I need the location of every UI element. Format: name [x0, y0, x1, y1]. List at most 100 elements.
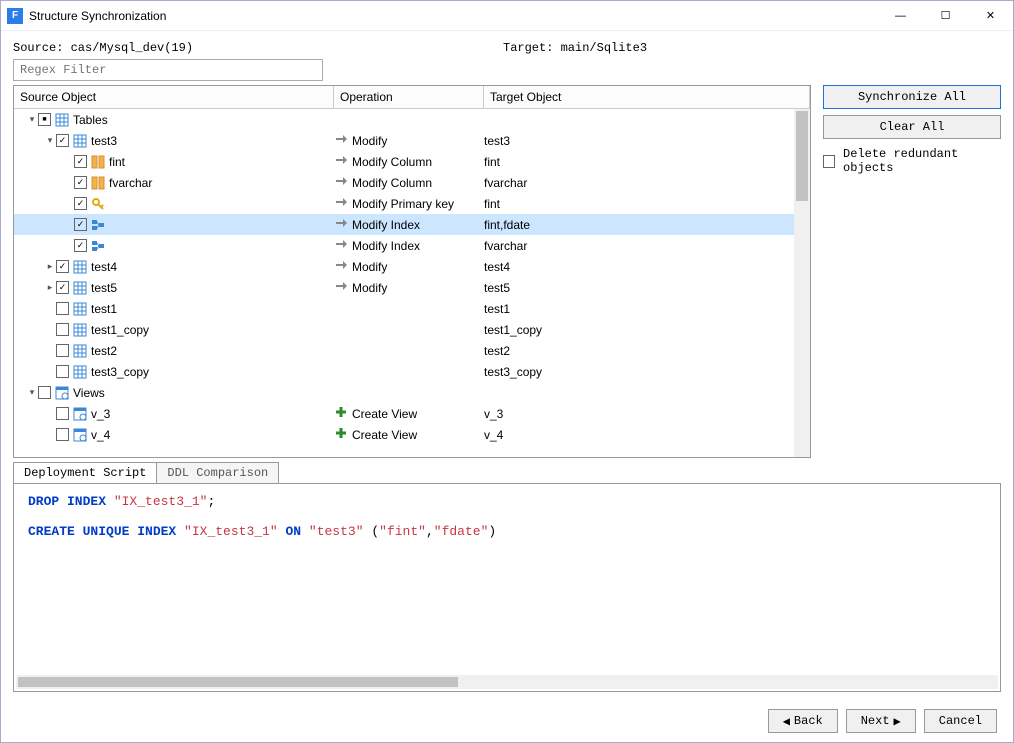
- app-icon: F: [7, 8, 23, 24]
- next-button[interactable]: Next▶: [846, 709, 916, 733]
- expand-toggle: [62, 241, 74, 251]
- target-label: test3: [484, 134, 810, 148]
- operation-label: Modify: [352, 281, 387, 295]
- row-checkbox[interactable]: [56, 260, 69, 273]
- operation-label: Modify Index: [352, 239, 420, 253]
- target-label: v_4: [484, 428, 810, 442]
- footer: ◀Back Next▶ Cancel: [1, 700, 1013, 742]
- expand-toggle[interactable]: ▾: [26, 387, 38, 398]
- table-row[interactable]: test3_copytest3_copy: [14, 361, 810, 382]
- expand-toggle[interactable]: ▾: [44, 135, 56, 146]
- table-row[interactable]: test1_copytest1_copy: [14, 319, 810, 340]
- row-checkbox[interactable]: [74, 218, 87, 231]
- modify-arrow-icon: [334, 174, 348, 191]
- row-checkbox[interactable]: [56, 281, 69, 294]
- table-row[interactable]: ▾test3Modifytest3: [14, 130, 810, 151]
- table-row[interactable]: ▾ Views: [14, 382, 810, 403]
- table-icon: [73, 260, 87, 274]
- expand-toggle: [62, 157, 74, 167]
- row-checkbox[interactable]: [56, 302, 69, 315]
- views-icon: [55, 386, 69, 400]
- script-body[interactable]: DROP INDEX "IX_test3_1"; CREATE UNIQUE I…: [13, 483, 1001, 692]
- expand-toggle[interactable]: ▸: [44, 261, 56, 272]
- column-operation[interactable]: Operation: [334, 86, 484, 108]
- operation-label: Modify: [352, 134, 387, 148]
- close-button[interactable]: ✕: [968, 1, 1013, 31]
- sql-keyword: ON: [285, 524, 301, 539]
- table-row[interactable]: ▸test5Modifytest5: [14, 277, 810, 298]
- expand-toggle[interactable]: ▾: [26, 114, 38, 125]
- clear-all-button[interactable]: Clear All: [823, 115, 1001, 139]
- row-label: test5: [91, 281, 117, 295]
- grid-body: ▾Tables▾test3Modifytest3 fintModify Colu…: [14, 109, 810, 457]
- table-row[interactable]: v_4 Create View v_4: [14, 424, 810, 445]
- modify-arrow-icon: [334, 195, 348, 212]
- source-label: Source: cas/Mysql_dev(19): [13, 41, 503, 55]
- tab-ddl-comparison[interactable]: DDL Comparison: [156, 462, 279, 483]
- side-panel: Synchronize All Clear All Delete redunda…: [823, 85, 1001, 458]
- column-source[interactable]: Source Object: [14, 86, 334, 108]
- table-icon: [73, 281, 87, 295]
- expand-toggle[interactable]: ▸: [44, 282, 56, 293]
- row-label: v_4: [91, 428, 110, 442]
- table-row[interactable]: fintModify Columnfint: [14, 151, 810, 172]
- tables-icon: [55, 113, 69, 127]
- app-window: F Structure Synchronization — ☐ ✕ Source…: [0, 0, 1014, 743]
- row-checkbox[interactable]: [74, 197, 87, 210]
- regex-filter-input[interactable]: [13, 59, 323, 81]
- operation-label: Modify Index: [352, 218, 420, 232]
- table-icon: [73, 323, 87, 337]
- row-checkbox[interactable]: [56, 323, 69, 336]
- table-row[interactable]: test1test1: [14, 298, 810, 319]
- row-label: fint: [109, 155, 125, 169]
- target-label: test1_copy: [484, 323, 810, 337]
- column-icon: [91, 176, 105, 190]
- table-row[interactable]: ▸test4Modifytest4: [14, 256, 810, 277]
- expand-toggle: [44, 409, 56, 419]
- row-checkbox[interactable]: [56, 344, 69, 357]
- vertical-scrollbar[interactable]: [794, 109, 810, 457]
- table-row[interactable]: Modify Index fint,fdate: [14, 214, 810, 235]
- maximize-button[interactable]: ☐: [923, 1, 968, 31]
- table-icon: [73, 302, 87, 316]
- expand-toggle: [44, 367, 56, 377]
- modify-arrow-icon: [334, 258, 348, 275]
- back-button[interactable]: ◀Back: [768, 709, 838, 733]
- delete-redundant-checkbox[interactable]: Delete redundant objects: [823, 147, 1001, 175]
- row-checkbox[interactable]: [56, 134, 69, 147]
- row-checkbox[interactable]: [56, 428, 69, 441]
- row-checkbox[interactable]: [74, 155, 87, 168]
- window-controls: — ☐ ✕: [878, 1, 1013, 31]
- row-label: fvarchar: [109, 176, 152, 190]
- table-row[interactable]: fvarcharModify Columnfvarchar: [14, 172, 810, 193]
- operation-label: Create View: [352, 428, 417, 442]
- row-label: Tables: [73, 113, 108, 127]
- row-checkbox[interactable]: [38, 386, 51, 399]
- table-row[interactable]: ▾ Tables: [14, 109, 810, 130]
- row-checkbox[interactable]: [56, 365, 69, 378]
- row-checkbox[interactable]: [74, 239, 87, 252]
- target-label: fint,fdate: [484, 218, 810, 232]
- row-label: Views: [73, 386, 105, 400]
- horizontal-scrollbar[interactable]: [16, 675, 998, 689]
- minimize-button[interactable]: —: [878, 1, 923, 31]
- row-checkbox[interactable]: [38, 113, 51, 126]
- titlebar: F Structure Synchronization — ☐ ✕: [1, 1, 1013, 31]
- chevron-right-icon: ▶: [894, 714, 901, 729]
- column-target[interactable]: Target Object: [484, 86, 810, 108]
- cancel-button[interactable]: Cancel: [924, 709, 997, 733]
- table-row[interactable]: Modify Primary keyfint: [14, 193, 810, 214]
- table-row[interactable]: Modify Indexfvarchar: [14, 235, 810, 256]
- row-checkbox[interactable]: [74, 176, 87, 189]
- synchronize-all-button[interactable]: Synchronize All: [823, 85, 1001, 109]
- delete-redundant-label: Delete redundant objects: [843, 147, 1001, 175]
- table-row[interactable]: test2test2: [14, 340, 810, 361]
- target-label: test4: [484, 260, 810, 274]
- index-icon: [91, 239, 105, 253]
- row-label: v_3: [91, 407, 110, 421]
- table-row[interactable]: v_3Create Viewv_3: [14, 403, 810, 424]
- row-checkbox[interactable]: [56, 407, 69, 420]
- operation-label: Create View: [352, 407, 417, 421]
- tab-deployment-script[interactable]: Deployment Script: [13, 462, 157, 483]
- script-tabs: Deployment Script DDL Comparison: [13, 462, 1001, 483]
